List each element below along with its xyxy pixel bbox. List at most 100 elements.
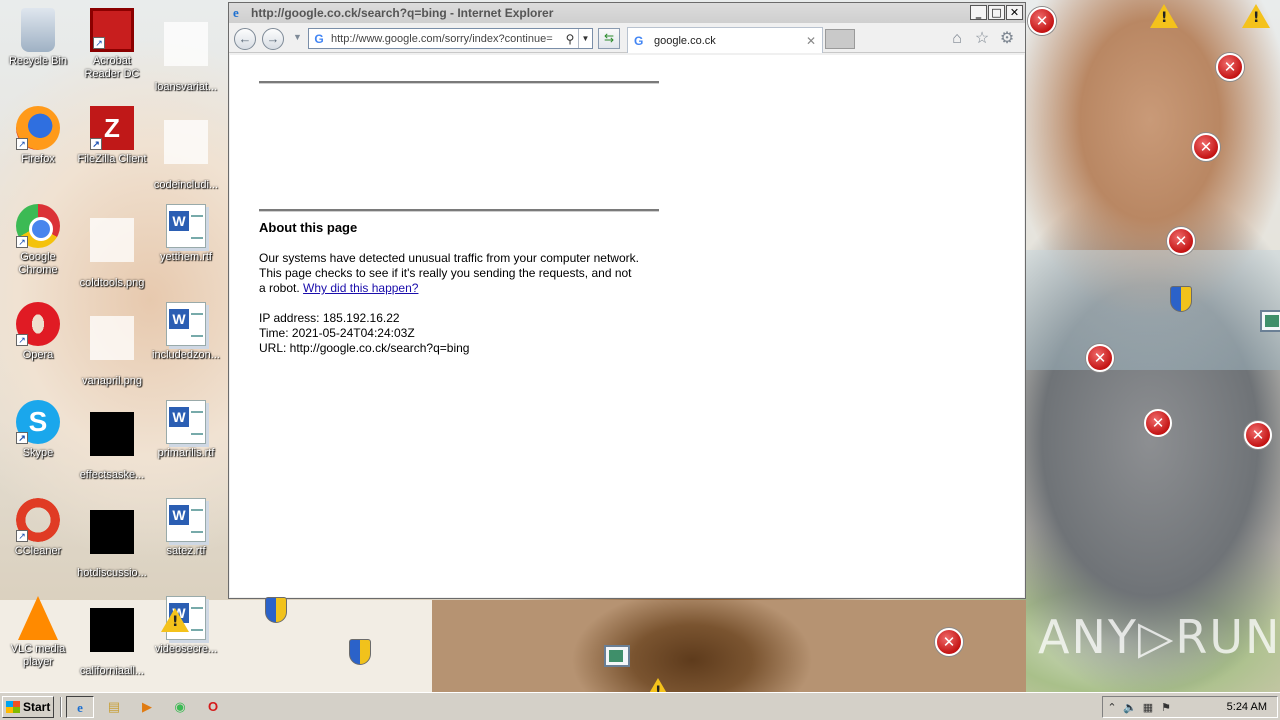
address-url[interactable]: http://www.google.com/sorry/index?contin… xyxy=(331,33,562,45)
desktop-icon-firefox[interactable]: ↗ Firefox xyxy=(0,106,76,166)
tray-expand-icon[interactable]: ⌃ xyxy=(1103,701,1121,714)
desktop-icon-label: Opera xyxy=(22,349,54,361)
desktop-icon-recycle-bin[interactable]: Recycle Bin xyxy=(0,8,76,68)
error-icon: ✕ xyxy=(1086,344,1114,372)
desktop-icon-label: satez.rtf xyxy=(166,545,206,557)
search-icon[interactable]: ⚲ xyxy=(562,32,578,46)
desktop-icon-label: VLC media player xyxy=(10,643,66,668)
window-title: http://google.co.ck/search?q=bing - Inte… xyxy=(251,6,554,20)
taskbar: Start e ▤ ▶ ◉ O ⌃ 🔈 ▦ ⚑ 5:24 AM xyxy=(0,692,1280,720)
ccleaner-icon: ↗ xyxy=(16,498,60,542)
favorites-star-icon[interactable]: ☆ xyxy=(972,29,992,49)
time-line: Time: 2021-05-24T04:24:03Z xyxy=(259,326,415,340)
shortcut-arrow-icon: ↗ xyxy=(90,138,102,150)
desktop-icon-label: Recycle Bin xyxy=(8,55,68,67)
back-button[interactable]: ← xyxy=(234,28,256,50)
settings-gear-icon[interactable]: ⚙ xyxy=(997,29,1017,49)
desktop-icon-label: Skype xyxy=(22,447,54,459)
taskbar-explorer-button[interactable]: ▤ xyxy=(100,696,128,718)
desktop-icon-loansvariat[interactable]: loansvariat... xyxy=(148,8,224,94)
taskbar-ie-button[interactable]: e xyxy=(66,696,94,718)
page-body: Our systems have detected unusual traffi… xyxy=(259,251,639,296)
system-tray: ⌃ 🔈 ▦ ⚑ 5:24 AM xyxy=(1102,696,1278,718)
start-button[interactable]: Start xyxy=(2,696,54,718)
opera-icon: ↗ xyxy=(16,302,60,346)
desktop-icon-skype[interactable]: S ↗ Skype xyxy=(0,400,76,460)
desktop-icon-vlc[interactable]: VLC media player xyxy=(0,596,76,669)
window-thumbnail-icon xyxy=(1260,310,1280,332)
action-center-flag-icon[interactable]: ⚑ xyxy=(1157,701,1175,714)
address-bar[interactable]: G http://www.google.com/sorry/index?cont… xyxy=(308,28,593,49)
window-controls: _ □ ✕ xyxy=(970,5,1023,20)
forward-button[interactable]: → xyxy=(262,28,284,50)
acrobat-icon: ↗ xyxy=(90,8,134,52)
filezilla-icon: Z ↗ xyxy=(90,106,134,150)
divider xyxy=(259,81,659,84)
window-thumbnail-icon xyxy=(604,645,630,667)
taskbar-media-player-button[interactable]: ▶ xyxy=(133,696,161,718)
desktop-icon-californiaall[interactable]: californiaall... xyxy=(74,596,150,678)
volume-icon[interactable]: 🔈 xyxy=(1121,701,1139,714)
error-icon: ✕ xyxy=(1144,409,1172,437)
desktop-icon-opera[interactable]: ↗ Opera xyxy=(0,302,76,362)
desktop-icon-acrobat[interactable]: ↗ Acrobat Reader DC xyxy=(74,8,150,81)
taskbar-chrome-button[interactable]: ◉ xyxy=(166,696,194,718)
desktop-icon-label: videosecre... xyxy=(154,643,218,655)
why-did-this-happen-link[interactable]: Why did this happen? xyxy=(303,281,418,295)
error-icon: ✕ xyxy=(935,628,963,656)
network-icon[interactable]: ▦ xyxy=(1139,701,1157,714)
desktop-icon-yetthem[interactable]: yetthem.rtf xyxy=(148,204,224,264)
new-tab-button[interactable] xyxy=(825,29,855,49)
desktop-icon-label: californiaall... xyxy=(79,665,145,677)
error-icon: ✕ xyxy=(1167,227,1195,255)
minimize-button[interactable]: _ xyxy=(970,5,987,20)
desktop-icon-codeincludi[interactable]: codeincludi... xyxy=(148,106,224,192)
error-icon: ✕ xyxy=(1216,53,1244,81)
maximize-button[interactable]: □ xyxy=(988,5,1005,20)
close-button[interactable]: ✕ xyxy=(1006,5,1023,20)
desktop-icon-label: primarilis.rtf xyxy=(157,447,215,459)
uac-shield-icon xyxy=(265,597,287,623)
desktop-icon-label: vanapril.png xyxy=(82,375,142,387)
desktop-icon-label: codeincludi... xyxy=(153,179,219,191)
error-icon: ✕ xyxy=(1028,7,1056,35)
history-dropdown-icon[interactable]: ▼ xyxy=(293,32,302,42)
shortcut-arrow-icon: ↗ xyxy=(16,432,28,444)
tab-label: google.co.ck xyxy=(654,34,716,47)
window-titlebar[interactable]: e http://google.co.ck/search?q=bing - In… xyxy=(229,3,1025,23)
anyrun-watermark: ANY▷RUN xyxy=(1038,610,1280,664)
desktop-icon-label: hotdiscussio... xyxy=(77,567,147,579)
warning-icon: ! xyxy=(1242,4,1270,28)
uac-shield-icon xyxy=(349,639,371,665)
desktop-icon-chrome[interactable]: ↗ Google Chrome xyxy=(0,204,76,277)
desktop-icon-hotdiscussio[interactable]: hotdiscussio... xyxy=(74,498,150,580)
desktop-icon-coldtools[interactable]: coldtools.png xyxy=(74,204,150,290)
desktop-icon-satez[interactable]: satez.rtf xyxy=(148,498,224,558)
desktop-icon-primarilis[interactable]: primarilis.rtf xyxy=(148,400,224,460)
desktop-icon-vanapril[interactable]: vanapril.png xyxy=(74,302,150,388)
image-file-icon xyxy=(90,316,134,360)
uac-shield-icon xyxy=(1170,286,1192,312)
black-file-icon xyxy=(90,608,134,652)
desktop-icon-includedzon[interactable]: includedzon... xyxy=(148,302,224,362)
shortcut-arrow-icon: ↗ xyxy=(16,530,28,542)
desktop-icon-filezilla[interactable]: Z ↗ FileZilla Client xyxy=(74,106,150,166)
desktop-icon-ccleaner[interactable]: ↗ CCleaner xyxy=(0,498,76,558)
home-icon[interactable]: ⌂ xyxy=(947,29,967,49)
ie-window: e http://google.co.ck/search?q=bing - In… xyxy=(228,2,1026,599)
google-favicon-icon: G xyxy=(634,33,644,48)
blank-file-icon xyxy=(164,22,208,66)
refresh-button[interactable]: ⇆ xyxy=(598,28,620,49)
word-doc-icon xyxy=(166,204,206,248)
address-dropdown-icon[interactable]: ▼ xyxy=(578,29,592,48)
browser-tab[interactable]: G google.co.ck ✕ xyxy=(627,27,823,53)
taskbar-opera-button[interactable]: O xyxy=(199,696,227,718)
taskbar-clock[interactable]: 5:24 AM xyxy=(1227,701,1267,713)
desktop-icon-label: Firefox xyxy=(21,153,55,165)
desktop-icon-effectsaske[interactable]: effectsaske... xyxy=(74,400,150,482)
chrome-icon: ↗ xyxy=(16,204,60,248)
page-heading: About this page xyxy=(259,220,358,235)
ip-address-line: IP address: 185.192.16.22 xyxy=(259,311,400,325)
desktop-icon-label: CCleaner xyxy=(14,545,62,557)
tab-close-icon[interactable]: ✕ xyxy=(804,34,818,48)
